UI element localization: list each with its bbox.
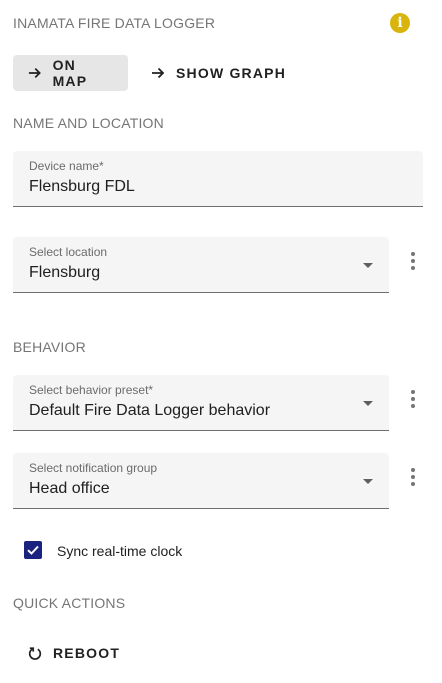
restart-icon [28, 647, 42, 660]
location-label: Select location [29, 245, 108, 259]
device-name-value: Flensburg FDL [29, 178, 135, 195]
location-more-menu-icon[interactable] [401, 249, 425, 273]
page-title: INAMATA FIRE DATA LOGGER [13, 15, 216, 31]
section-title-behavior: BEHAVIOR [13, 339, 86, 355]
arrow-right-icon [28, 68, 41, 78]
behavior-preset-select[interactable]: Select behavior preset* Default Fire Dat… [13, 375, 389, 431]
sync-clock-label[interactable]: Sync real-time clock [57, 543, 182, 559]
section-title-quick-actions: QUICK ACTIONS [13, 595, 126, 611]
show-graph-label: SHOW GRAPH [176, 65, 286, 81]
notification-more-menu-icon[interactable] [401, 465, 425, 489]
dropdown-arrow-icon [363, 401, 373, 406]
behavior-preset-value: Default Fire Data Logger behavior [29, 402, 271, 419]
reboot-button[interactable]: REBOOT [13, 635, 134, 671]
location-value: Flensburg [29, 264, 101, 281]
on-map-label: ON MAP [52, 57, 88, 89]
notification-group-label: Select notification group [29, 461, 158, 475]
dropdown-arrow-icon [363, 479, 373, 484]
reboot-label: REBOOT [53, 645, 121, 661]
arrow-right-icon [152, 67, 165, 79]
sync-clock-checkbox[interactable] [24, 541, 42, 559]
dropdown-arrow-icon [363, 263, 373, 268]
notification-group-select[interactable]: Select notification group Head office [13, 453, 389, 509]
on-map-button[interactable]: ON MAP [13, 55, 128, 91]
device-name-field[interactable]: Device name* Flensburg FDL [13, 151, 423, 207]
location-select[interactable]: Select location Flensburg [13, 237, 389, 293]
checkmark-icon [27, 545, 39, 555]
behavior-more-menu-icon[interactable] [401, 387, 425, 411]
show-graph-button[interactable]: SHOW GRAPH [136, 55, 300, 91]
section-title-name-location: NAME AND LOCATION [13, 115, 164, 131]
info-icon[interactable]: i [390, 13, 410, 33]
device-name-label: Device name* [29, 159, 104, 173]
behavior-preset-label: Select behavior preset* [29, 383, 154, 397]
notification-group-value: Head office [29, 480, 110, 497]
